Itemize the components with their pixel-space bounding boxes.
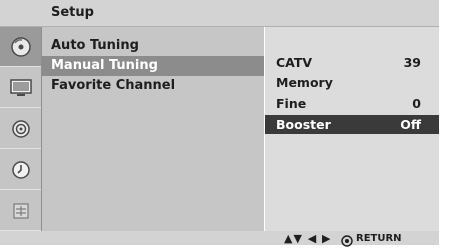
navigate-arrows-icon: ▲▼ ◀ ▶: [284, 232, 332, 245]
setup-menu-list: Auto Tuning Manual Tuning Favorite Chann…: [42, 27, 264, 231]
manual-tuning-panel: CATV 39 Memory Fine 0 Booster Off: [265, 27, 439, 231]
memory-row[interactable]: Memory: [265, 73, 439, 92]
picture-icon: [9, 78, 33, 98]
menu-item-favorite-channel[interactable]: Favorite Channel: [42, 76, 264, 96]
memory-label: Memory: [276, 75, 333, 90]
fine-row[interactable]: Fine 0: [265, 94, 439, 113]
catv-value: 39: [403, 55, 421, 70]
booster-value: Off: [400, 117, 421, 132]
booster-row[interactable]: Booster Off: [265, 115, 439, 134]
sidebar-tab-station[interactable]: [0, 27, 41, 67]
time-icon: [10, 159, 32, 181]
audio-icon: [10, 118, 32, 140]
menu-title: Setup: [51, 5, 94, 20]
sidebar-tab-picture[interactable]: [0, 68, 41, 108]
menu-item-auto-tuning[interactable]: Auto Tuning: [42, 36, 264, 56]
catv-label: CATV: [276, 55, 313, 70]
fine-label: Fine: [276, 96, 307, 111]
sidebar-tab-option[interactable]: [0, 191, 41, 231]
sidebar-tab-audio[interactable]: [0, 109, 41, 149]
title-bar: Setup: [0, 0, 439, 27]
navigation-hint-bar: ▲▼ ◀ ▶ RETURN: [0, 231, 439, 247]
catv-row[interactable]: CATV 39: [265, 53, 439, 72]
station-icon: [10, 36, 32, 58]
fine-value: 0: [412, 96, 421, 111]
category-sidebar: [0, 27, 42, 231]
menu-item-manual-tuning[interactable]: Manual Tuning: [42, 56, 264, 76]
sidebar-tab-time[interactable]: [0, 150, 41, 190]
ok-button-icon: [341, 232, 353, 251]
booster-label: Booster: [276, 117, 331, 132]
return-label: RETURN: [356, 233, 402, 244]
setup-menu-osd: Setup Auto Tuning Manual Tuning Favorite…: [0, 0, 452, 247]
option-icon: [10, 200, 32, 222]
